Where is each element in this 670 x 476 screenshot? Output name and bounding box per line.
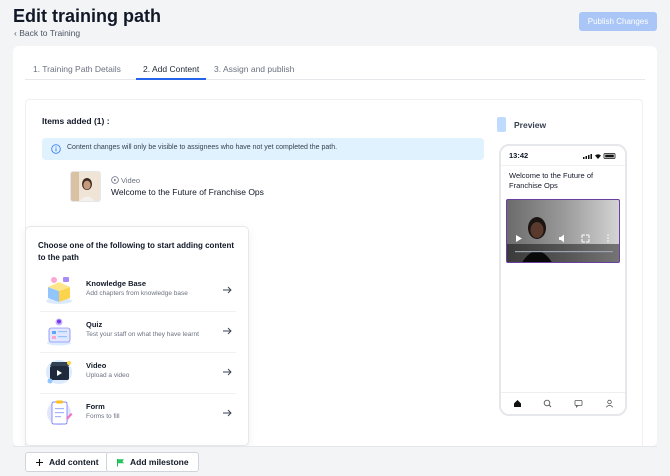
content-type-chooser: Choose one of the following to start add…	[25, 226, 249, 446]
arrow-right-icon	[223, 409, 232, 417]
info-icon	[51, 144, 61, 154]
add-milestone-button[interactable]: Add milestone	[106, 452, 199, 472]
tab-add-content[interactable]: 2. Add Content	[143, 64, 199, 74]
add-content-button[interactable]: Add content	[25, 452, 109, 472]
option-label: Quiz	[86, 320, 103, 329]
option-subtitle: Forms to fill	[86, 413, 120, 420]
option-form[interactable]: Form Forms to fill	[40, 393, 236, 434]
option-label: Knowledge Base	[86, 279, 147, 288]
content-item-title: Welcome to the Future of Franchise Ops	[111, 187, 264, 197]
bottom-action-bar: Add content Add milestone	[13, 446, 657, 476]
video-player[interactable]	[506, 199, 620, 263]
play-circle-icon	[111, 176, 119, 184]
active-tab-indicator	[136, 78, 206, 80]
option-video[interactable]: Video Upload a video	[40, 352, 236, 393]
arrow-right-icon	[223, 327, 232, 335]
phone-time: 13:42	[509, 151, 529, 160]
add-milestone-label: Add milestone	[130, 457, 189, 467]
chat-icon[interactable]	[574, 399, 583, 408]
phone-bottom-nav	[501, 392, 625, 414]
items-added-heading: Items added (1) :	[42, 116, 110, 126]
arrow-right-icon	[223, 368, 232, 376]
option-knowledge-base[interactable]: Knowledge Base Add chapters from knowled…	[40, 270, 236, 311]
option-subtitle: Add chapters from knowledge base	[86, 290, 188, 297]
profile-icon[interactable]	[605, 399, 614, 408]
chooser-title: Choose one of the following to start add…	[38, 241, 234, 262]
option-subtitle: Upload a video	[86, 372, 130, 379]
preview-label: Preview	[514, 120, 547, 130]
add-content-label: Add content	[49, 457, 99, 467]
tab-training-path-details[interactable]: 1. Training Path Details	[33, 64, 121, 74]
back-to-training-link[interactable]: ‹ Back to Training	[14, 28, 80, 38]
knowledge-base-illustration	[46, 277, 72, 304]
phone-divider	[501, 165, 625, 166]
search-icon[interactable]	[543, 399, 552, 408]
option-quiz[interactable]: Quiz Test your staff on what they have l…	[40, 311, 236, 352]
info-banner-text: Content changes will only be visible to …	[67, 144, 338, 151]
step-tabs: 1. Training Path Details 2. Add Content …	[25, 60, 645, 80]
option-subtitle: Test your staff on what they have learnt	[86, 331, 199, 338]
content-item[interactable]: Video Welcome to the Future of Franchise…	[70, 171, 330, 203]
phone-preview: 13:42 Welcome to the Future of Franchise…	[499, 144, 627, 416]
quiz-illustration	[47, 318, 71, 346]
phone-status-icons	[583, 153, 616, 159]
plus-icon	[36, 458, 43, 466]
flag-icon	[117, 458, 124, 466]
arrow-right-icon	[223, 286, 232, 294]
page-title: Edit training path	[13, 6, 161, 26]
publish-changes-button[interactable]: Publish Changes	[579, 12, 657, 31]
form-illustration	[47, 400, 73, 425]
info-banner: Content changes will only be visible to …	[42, 138, 484, 160]
video-illustration	[46, 360, 72, 384]
tab-assign-and-publish[interactable]: 3. Assign and publish	[214, 64, 294, 74]
phone-content-title: Welcome to the Future of Franchise Ops	[509, 171, 594, 190]
option-label: Video	[86, 361, 107, 370]
page-header: Edit training path ‹ Back to Training Pu…	[0, 0, 670, 46]
content-item-type: Video	[111, 176, 140, 185]
home-icon[interactable]	[513, 399, 522, 408]
option-label: Form	[86, 402, 105, 411]
preview-accent	[497, 117, 506, 132]
video-thumbnail	[70, 171, 101, 202]
